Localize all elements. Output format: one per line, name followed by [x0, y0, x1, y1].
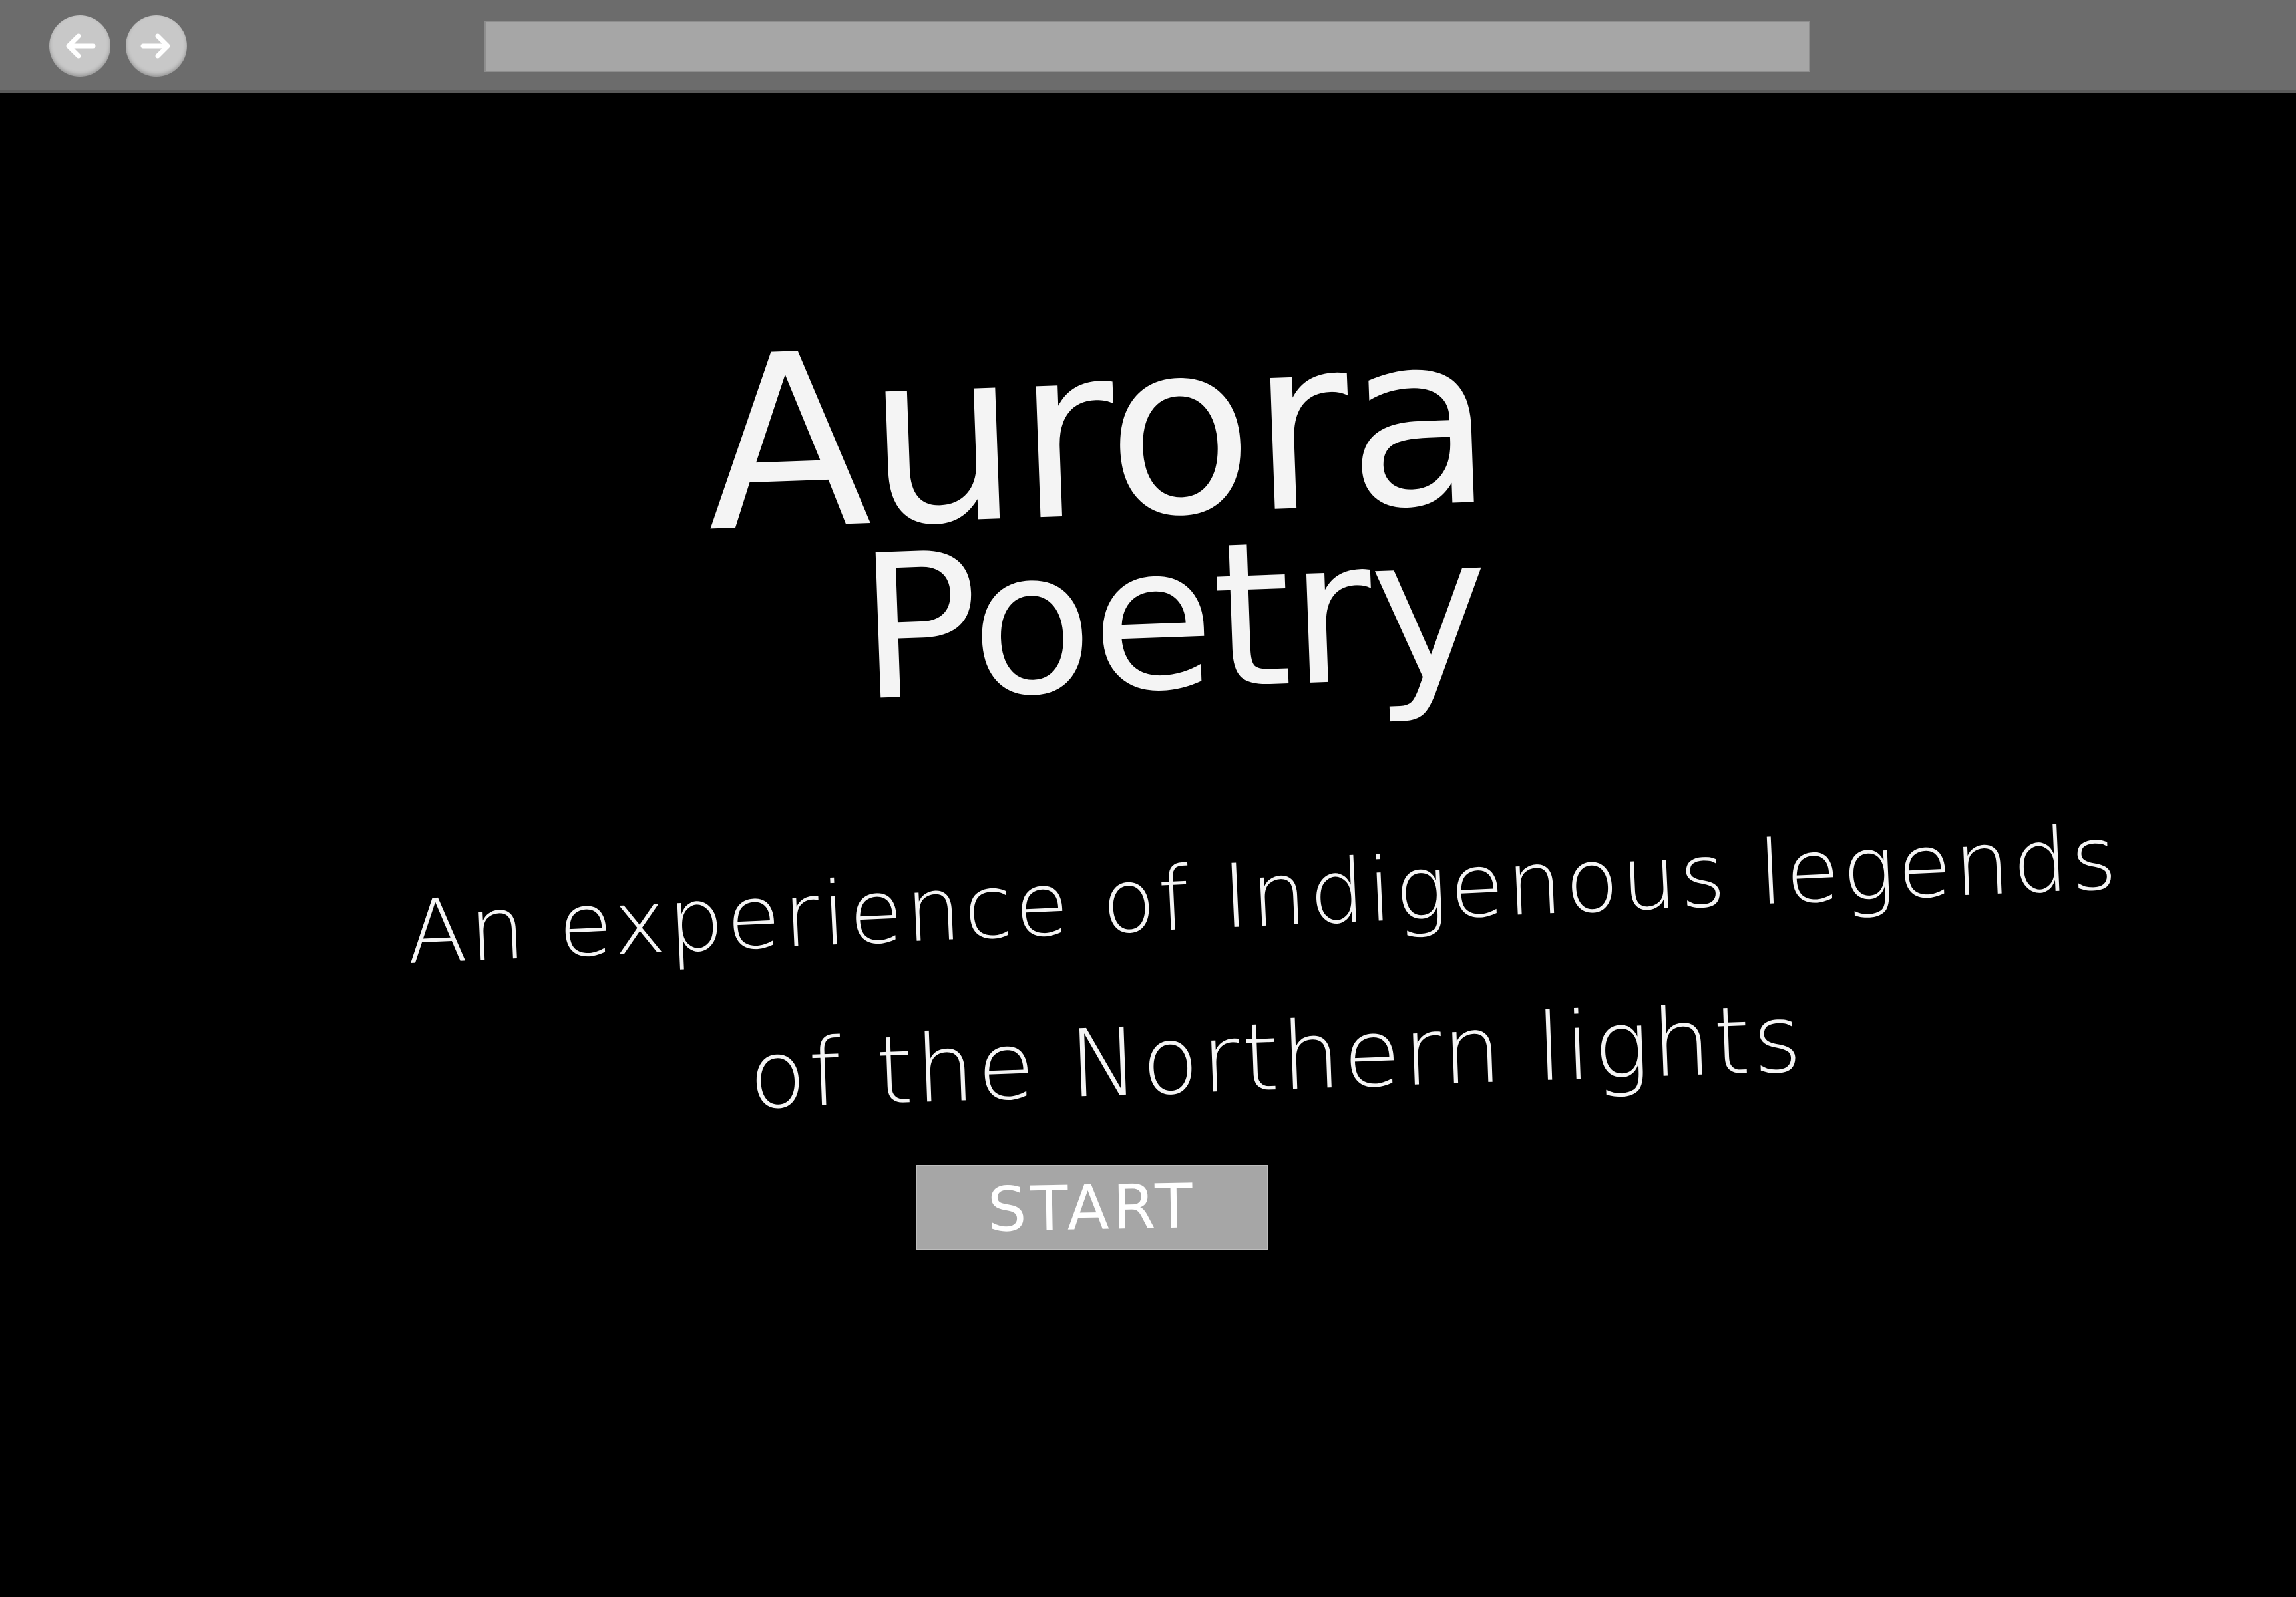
start-button[interactable]: START [916, 1165, 1268, 1250]
subtitle-line-1: An experience of Indigenous legends [404, 806, 2122, 985]
arrow-left-icon [66, 33, 96, 59]
page-content: Aurora Poetry An experience of Indigenou… [0, 93, 2296, 1597]
title-line-2: Poetry [855, 491, 1491, 746]
forward-button[interactable] [126, 15, 187, 77]
browser-toolbar [0, 0, 2296, 93]
subtitle-line-2: of the Northern lights [747, 985, 1806, 1131]
arrow-right-icon [140, 33, 170, 59]
start-button-label: START [987, 1170, 1197, 1246]
address-bar[interactable] [484, 21, 1810, 72]
back-button[interactable] [49, 15, 110, 77]
